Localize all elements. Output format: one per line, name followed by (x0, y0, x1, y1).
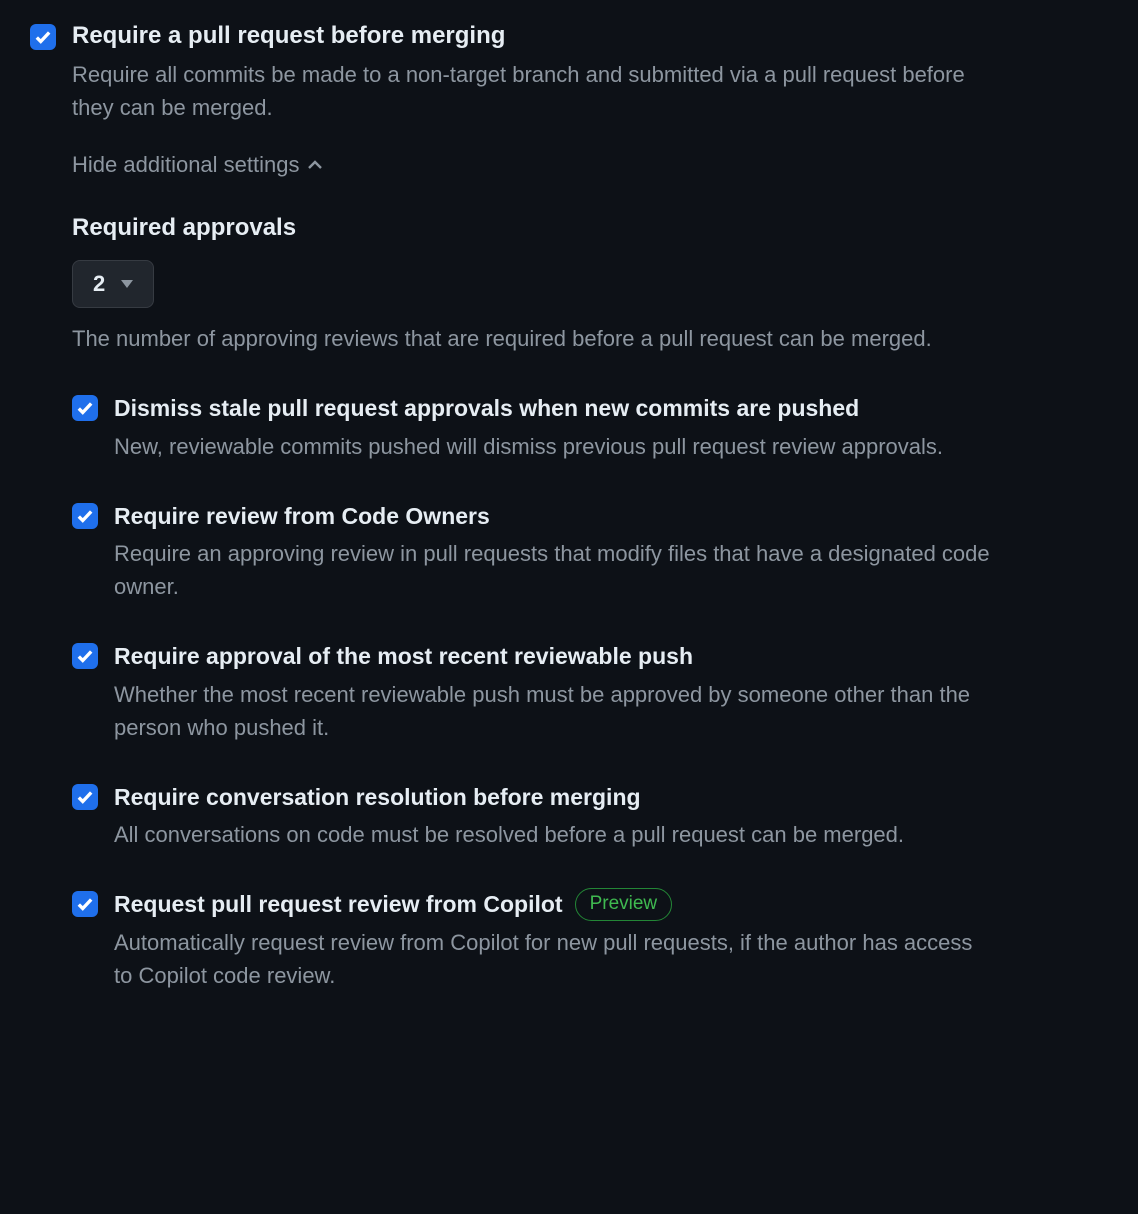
check-icon (76, 507, 94, 525)
recent-push-checkbox[interactable] (72, 643, 98, 669)
recent-push-title: Require approval of the most recent revi… (114, 639, 693, 674)
check-icon (76, 788, 94, 806)
check-icon (34, 28, 52, 46)
required-approvals-dropdown[interactable]: 2 (72, 260, 154, 308)
code-owners-description: Require an approving review in pull requ… (114, 537, 994, 603)
preview-badge: Preview (575, 888, 673, 921)
check-icon (76, 895, 94, 913)
check-icon (76, 399, 94, 417)
conversation-resolution-setting: Require conversation resolution before m… (72, 780, 1108, 852)
dismiss-stale-setting: Dismiss stale pull request approvals whe… (72, 391, 1108, 463)
require-pr-checkbox[interactable] (30, 24, 56, 50)
conversation-resolution-checkbox[interactable] (72, 784, 98, 810)
copilot-review-description: Automatically request review from Copilo… (114, 926, 994, 992)
sub-settings-list: Dismiss stale pull request approvals whe… (72, 391, 1108, 992)
require-pr-description: Require all commits be made to a non-tar… (72, 58, 972, 124)
code-owners-setting: Require review from Code Owners Require … (72, 499, 1108, 604)
chevron-up-icon (307, 157, 323, 173)
copilot-review-title: Request pull request review from Copilot (114, 887, 563, 922)
required-approvals-value: 2 (93, 271, 105, 297)
toggle-label: Hide additional settings (72, 152, 299, 178)
conversation-resolution-title: Require conversation resolution before m… (114, 780, 641, 815)
code-owners-title: Require review from Code Owners (114, 499, 490, 534)
dismiss-stale-checkbox[interactable] (72, 395, 98, 421)
check-icon (76, 647, 94, 665)
triangle-down-icon (121, 280, 133, 288)
dismiss-stale-title: Dismiss stale pull request approvals whe… (114, 391, 859, 426)
required-approvals-description: The number of approving reviews that are… (72, 322, 972, 355)
code-owners-checkbox[interactable] (72, 503, 98, 529)
copilot-review-checkbox[interactable] (72, 891, 98, 917)
recent-push-description: Whether the most recent reviewable push … (114, 678, 994, 744)
toggle-additional-settings[interactable]: Hide additional settings (72, 152, 323, 178)
required-approvals-heading: Required approvals (72, 214, 1108, 242)
copilot-review-setting: Request pull request review from Copilot… (72, 887, 1108, 992)
recent-push-setting: Require approval of the most recent revi… (72, 639, 1108, 744)
require-pr-title: Require a pull request before merging (72, 20, 1108, 52)
conversation-resolution-description: All conversations on code must be resolv… (114, 818, 994, 851)
dismiss-stale-description: New, reviewable commits pushed will dism… (114, 430, 994, 463)
